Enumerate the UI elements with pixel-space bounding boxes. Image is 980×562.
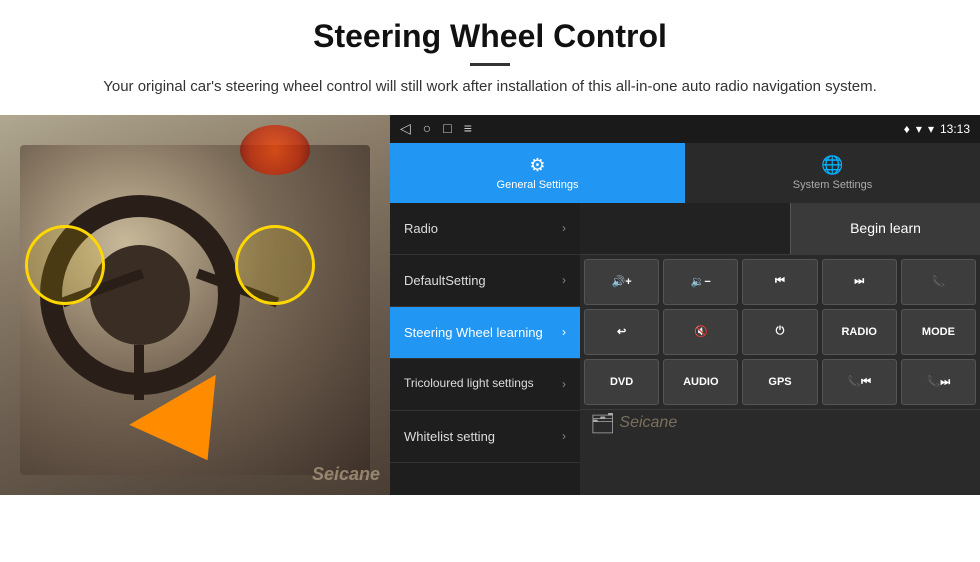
gps-button[interactable]: GPS [742,359,817,405]
btn-row-3: DVD AUDIO GPS 📞⏮ 📞⏭ [584,359,976,405]
status-indicators: ♦ ▾ ▾ 13:13 [904,122,970,136]
seicane-label: Seicane [619,414,677,432]
bottom-icon: 🗂 [590,411,615,436]
mute-button[interactable]: 🔇 [663,309,738,355]
main-content: Seicane ◁ ○ □ ≡ ♦ ▾ ▾ 13:13 ⚙ General Se… [0,115,980,495]
prev-track-icon: ⏮ [775,275,785,288]
mode-label: MODE [922,326,955,338]
audio-button[interactable]: AUDIO [663,359,738,405]
android-ui: ◁ ○ □ ≡ ♦ ▾ ▾ 13:13 ⚙ General Settings 🌐… [390,115,980,495]
nav-menu-icon[interactable]: ≡ [464,120,472,137]
clock: 13:13 [940,122,970,136]
gear-icon: ⚙ [529,155,545,176]
watermark: Seicane [312,464,380,485]
nav-home-icon[interactable]: ○ [423,120,431,137]
phone-prev-icon: 📞⏮ [847,375,871,389]
audio-label: AUDIO [683,376,718,388]
tab-general-settings[interactable]: ⚙ General Settings [390,143,685,203]
phone-icon: 📞 [932,275,946,288]
highlight-circle-right [235,225,315,305]
menu-whitelist-label: Whitelist setting [404,429,495,444]
menu-radio-label: Radio [404,221,438,236]
vol-up-button[interactable]: 🔊+ [584,259,659,305]
menu-arrow-steering: › [562,325,566,339]
tab-bar: ⚙ General Settings 🌐 System Settings [390,143,980,203]
btn-row-1: 🔊+ 🔉− ⏮ ⏭ 📞 [584,259,976,305]
arrow-container [130,385,250,465]
dvd-label: DVD [610,376,633,388]
radio-label: RADIO [841,326,876,338]
nav-back-icon[interactable]: ◁ [400,120,411,137]
prev-track-button[interactable]: ⏮ [742,259,817,305]
menu-item-default[interactable]: DefaultSetting › [390,255,580,307]
steering-wheel-center [90,245,190,345]
vol-down-button[interactable]: 🔉− [663,259,738,305]
controls-panel: Begin learn 🔊+ 🔉− ⏮ [580,203,980,495]
menu-item-whitelist[interactable]: Whitelist setting › [390,411,580,463]
next-track-icon: ⏭ [854,275,864,288]
call-end-button[interactable]: ↩ [584,309,659,355]
page-title: Steering Wheel Control [60,18,920,55]
learn-input-field[interactable] [580,203,790,254]
menu-default-label: DefaultSetting [404,273,486,288]
mode-button[interactable]: MODE [901,309,976,355]
signal-icon: ▾ [928,122,934,136]
menu-arrow-tricoloured: › [562,377,566,391]
menu-arrow-default: › [562,273,566,287]
page-header: Steering Wheel Control Your original car… [0,0,980,109]
globe-icon: 🌐 [821,155,843,176]
page-subtitle: Your original car's steering wheel contr… [80,76,900,99]
tab-general-label: General Settings [497,179,579,191]
menu-item-tricoloured[interactable]: Tricoloured light settings › [390,359,580,411]
menu-arrow-whitelist: › [562,429,566,443]
gps-label: GPS [768,376,791,388]
tab-system-settings[interactable]: 🌐 System Settings [685,143,980,203]
menu-tricoloured-label: Tricoloured light settings [404,376,534,392]
dvd-button[interactable]: DVD [584,359,659,405]
car-photo: Seicane [0,115,390,495]
vol-down-icon: 🔉− [691,275,711,288]
call-end-icon: ↩ [617,325,626,338]
location-icon: ♦ [904,122,910,136]
menu-list: Radio › DefaultSetting › Steering Wheel … [390,203,580,495]
bottom-partial: 🗂 Seicane [580,409,980,437]
radio-button[interactable]: RADIO [822,309,897,355]
phone-prev-button[interactable]: 📞⏮ [822,359,897,405]
begin-learn-row: Begin learn [580,203,980,255]
power-button[interactable]: ⏻ [742,309,817,355]
phone-next-icon: 📞⏭ [927,375,951,389]
begin-learn-button[interactable]: Begin learn [790,203,980,254]
nav-icons: ◁ ○ □ ≡ [400,120,472,137]
menu-steering-label: Steering Wheel learning [404,325,543,340]
status-bar: ◁ ○ □ ≡ ♦ ▾ ▾ 13:13 [390,115,980,143]
menu-item-steering[interactable]: Steering Wheel learning › [390,307,580,359]
mute-icon: 🔇 [694,325,708,338]
highlight-circle-left [25,225,105,305]
power-icon: ⏻ [776,325,785,338]
nav-recent-icon[interactable]: □ [443,120,451,137]
title-divider [470,63,510,66]
menu-item-radio[interactable]: Radio › [390,203,580,255]
buttons-grid: 🔊+ 🔉− ⏮ ⏭ 📞 [580,255,980,409]
phone-next-button[interactable]: 📞⏭ [901,359,976,405]
tab-system-label: System Settings [793,179,872,191]
content-area: Radio › DefaultSetting › Steering Wheel … [390,203,980,495]
vol-up-icon: 🔊+ [612,275,632,288]
dashboard-gauge [240,125,310,175]
menu-arrow-radio: › [562,221,566,235]
btn-row-2: ↩ 🔇 ⏻ RADIO MODE [584,309,976,355]
wifi-icon: ▾ [916,122,922,136]
phone-button[interactable]: 📞 [901,259,976,305]
next-track-button[interactable]: ⏭ [822,259,897,305]
